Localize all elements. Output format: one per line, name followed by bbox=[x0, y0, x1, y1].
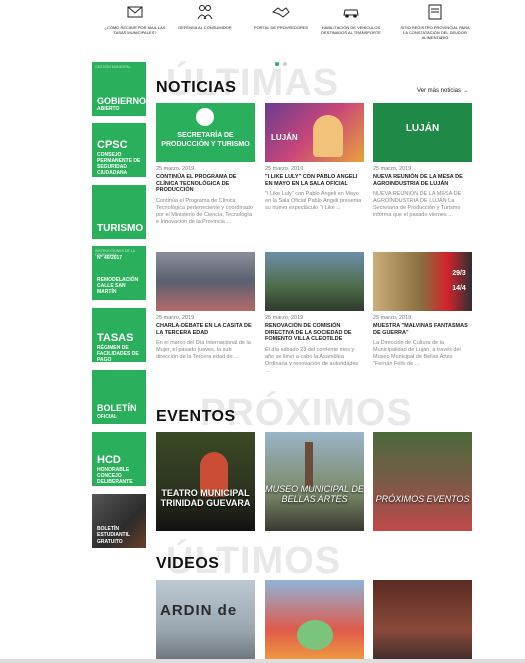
news-section-title: NOTICIAS bbox=[156, 79, 237, 96]
sidebar-tile-turismo[interactable]: Turismo bbox=[92, 185, 146, 239]
tile-title: Turismo bbox=[97, 223, 144, 234]
arrow-right-icon: → bbox=[462, 88, 469, 94]
news-image: 29/3 14/4 bbox=[373, 252, 472, 311]
shortcut-label: Portal de proveedores bbox=[253, 25, 309, 30]
document-icon bbox=[428, 4, 442, 20]
news-image: LUJÁN bbox=[373, 103, 472, 162]
news-excerpt: "I Like Luly" con Pablo Angeli en Mayo e… bbox=[265, 191, 362, 211]
shortcut-defensa-consumidor[interactable]: Defensa al consumidor bbox=[170, 2, 240, 30]
shortcut-habilitacion-vehiculos[interactable]: Habilitación de vehículos destinados al … bbox=[316, 2, 386, 35]
news-date: 25 marzo, 2019 bbox=[265, 315, 304, 321]
news-title[interactable]: Muestra "Malvinas fantasmas de guerra" bbox=[373, 323, 472, 336]
sidebar-tile-cpsc[interactable]: CPSC Consejo permanente de seguridad ciu… bbox=[92, 123, 146, 177]
sidebar-tile-tasas[interactable]: Tasas Régimen de facilidades de pago bbox=[92, 308, 146, 362]
news-title[interactable]: "I Like Luly" con Pablo Angeli en mayo e… bbox=[265, 174, 364, 187]
news-image-text: LUJÁN bbox=[405, 123, 440, 134]
news-date: 25 marzo, 2019 bbox=[156, 315, 195, 321]
more-news-link[interactable]: Ver más noticias → bbox=[417, 88, 469, 94]
news-title[interactable]: Renovación de comisión directiva de la s… bbox=[265, 323, 364, 343]
news-card[interactable]: SECRETARÍA DE PRODUCCIÓN Y TURISMO 25 ma… bbox=[156, 103, 255, 226]
tile-title: Tasas bbox=[97, 332, 134, 344]
news-excerpt: En el marco del Día Internacional de la … bbox=[156, 340, 251, 360]
shortcut-portal-proveedores[interactable]: Portal de proveedores bbox=[246, 2, 316, 30]
tile-subtitle: Abierto bbox=[97, 106, 120, 112]
playground-shape bbox=[297, 620, 333, 650]
news-title[interactable]: Nueva reunión de la mesa de agroindustri… bbox=[373, 174, 472, 187]
bottom-strip bbox=[0, 659, 525, 663]
news-image: LUJÁN bbox=[265, 103, 364, 162]
tile-subtitle: Régimen de facilidades de pago bbox=[97, 345, 139, 362]
shortcut-tasas-mail[interactable]: ¿Cómo recibir por mail las tasas municip… bbox=[100, 2, 170, 35]
news-title[interactable]: Charla-debate en la casita de la tercera… bbox=[156, 323, 255, 336]
videos-section-title: VIDEOS bbox=[156, 555, 220, 572]
video-card[interactable] bbox=[373, 580, 472, 663]
shortcut-label: Habilitación de vehículos destinados al … bbox=[321, 25, 381, 35]
video-card[interactable]: ARDIN de bbox=[156, 580, 255, 663]
event-card[interactable]: Museo Municipal de Bellas Artes bbox=[265, 432, 364, 531]
news-date: 25 marzo, 2019 bbox=[373, 166, 412, 172]
news-image-text: 29/3 14/4 bbox=[452, 270, 466, 292]
event-label: Próximos Eventos bbox=[375, 494, 470, 504]
news-excerpt: El día sábado 23 del corriente mes y año… bbox=[265, 346, 359, 374]
shortcut-label: ¿Cómo recibir por mail las tasas municip… bbox=[104, 25, 166, 35]
shortcut-deudor-alimentario[interactable]: Sitio registro provincial para la consta… bbox=[400, 2, 470, 40]
tile-subtitle: Honorable concejo deliberante bbox=[97, 467, 133, 485]
tile-title: Boletín estudiantil bbox=[97, 526, 131, 538]
performer-figure bbox=[313, 115, 343, 157]
tile-subtitle: Remodelación calle San Martín bbox=[97, 277, 139, 295]
tile-subtitle: Consejo permanente de seguridad ciudadan… bbox=[97, 152, 141, 176]
news-image-text: LUJÁN bbox=[271, 133, 298, 142]
tile-title: N° 40/2017 bbox=[97, 255, 123, 261]
sidebar-tile-gobierno[interactable]: Gestión municipal Gobierno Abierto bbox=[92, 62, 146, 116]
church-tower-shape bbox=[305, 442, 313, 487]
tile-subtitle: Oficial bbox=[97, 414, 117, 420]
video-image-text: ARDIN de bbox=[160, 602, 238, 619]
news-image bbox=[156, 252, 255, 311]
tile-title: Gobierno bbox=[97, 96, 146, 106]
news-card[interactable]: 25 marzo, 2019 Renovación de comisión di… bbox=[265, 252, 364, 375]
tile-subtitle: Gratuito bbox=[97, 539, 123, 545]
event-label: Museo Municipal de Bellas Artes bbox=[265, 484, 364, 504]
top-shortcuts-bar: ¿Cómo recibir por mail las tasas municip… bbox=[0, 0, 525, 48]
news-image bbox=[265, 252, 364, 311]
event-card[interactable]: Teatro Municipal Trinidad Guevara bbox=[156, 432, 255, 531]
envelope-icon bbox=[127, 6, 143, 18]
tile-title: HCD bbox=[97, 454, 121, 466]
sidebar-tile-hcd[interactable]: HCD Honorable concejo deliberante bbox=[92, 432, 146, 486]
handshake-icon bbox=[271, 7, 290, 18]
news-card[interactable]: LUJÁN 25 marzo, 2019 "I Like Luly" con P… bbox=[265, 103, 364, 212]
news-image: SECRETARÍA DE PRODUCCIÓN Y TURISMO bbox=[156, 103, 255, 162]
news-excerpt: La Dirección de Cultura de la Municipali… bbox=[373, 340, 461, 367]
news-date: 25 marzo, 2019 bbox=[373, 315, 412, 321]
event-label: Teatro Municipal Trinidad Guevara bbox=[160, 488, 251, 508]
shortcut-label: Sitio registro provincial para la consta… bbox=[400, 25, 470, 40]
events-section-title: EVENTOS bbox=[156, 408, 236, 425]
news-title[interactable]: Continúa el programa de clínica tecnológ… bbox=[156, 174, 255, 194]
sidebar-tile-boleto-estudiantil[interactable]: Boletín estudiantil Gratuito bbox=[92, 494, 146, 548]
news-card[interactable]: LUJÁN 25 marzo, 2019 Nueva reunión de la… bbox=[373, 103, 472, 219]
sidebar-tile-ordenanza[interactable]: Instrucciones de la ordenanza N° 40/2017… bbox=[92, 246, 146, 300]
news-date: 25 marzo, 2019 bbox=[265, 166, 304, 172]
news-excerpt: Continúa el Programa de Clínica Tecnológ… bbox=[156, 197, 253, 225]
news-date: 25 marzo, 2019 bbox=[156, 166, 195, 172]
news-excerpt: NUEVA REUNIÓN DE LA MESA DE AGROINDUSTRI… bbox=[373, 191, 462, 218]
news-card[interactable]: 25 marzo, 2019 Charla-debate en la casit… bbox=[156, 252, 255, 361]
more-news-label: Ver más noticias bbox=[417, 88, 462, 94]
car-icon bbox=[343, 9, 359, 18]
sidebar-tile-boletin[interactable]: Boletín Oficial bbox=[92, 370, 146, 424]
tile-title: CPSC bbox=[97, 139, 128, 151]
tile-title: Boletín bbox=[97, 403, 137, 413]
people-icon bbox=[197, 5, 213, 20]
tile-caption: Gestión municipal bbox=[95, 65, 131, 69]
event-card[interactable]: Próximos Eventos bbox=[373, 432, 472, 531]
news-image-text: SECRETARÍA DE PRODUCCIÓN Y TURISMO bbox=[161, 132, 250, 148]
municipal-logo-icon bbox=[196, 108, 214, 126]
news-card[interactable]: 29/3 14/4 25 marzo, 2019 Muestra "Malvin… bbox=[373, 252, 472, 368]
video-card[interactable] bbox=[265, 580, 364, 663]
shortcut-label: Defensa al consumidor bbox=[178, 25, 232, 30]
